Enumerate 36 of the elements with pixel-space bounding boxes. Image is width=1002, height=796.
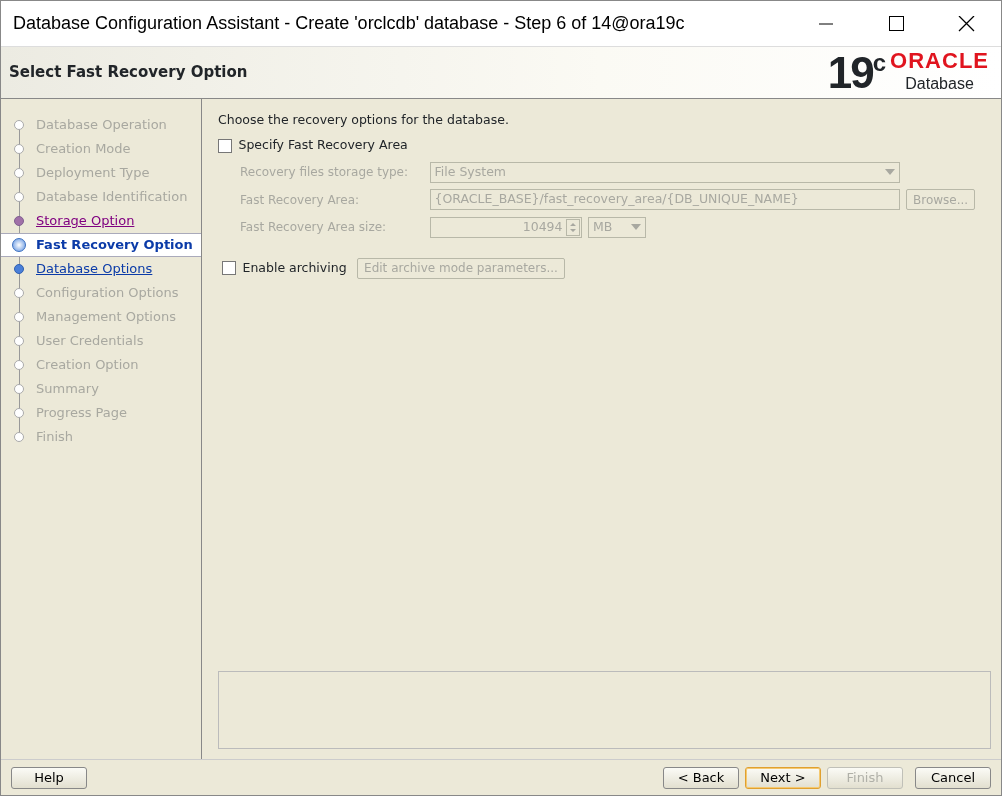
checkbox-label[interactable]: Enable archiving: [242, 258, 347, 278]
brand-logo: ORACLE: [890, 49, 989, 72]
dropdown-value: MB: [593, 217, 613, 236]
checkbox[interactable]: [218, 138, 232, 153]
intro-text: Choose the recovery options for the database.: [218, 111, 510, 129]
step-item: Deployment Type: [36, 164, 150, 183]
wizard-button[interactable]: Next >: [745, 766, 821, 789]
product-name: Database: [904, 73, 975, 94]
step-item: Management Options: [36, 308, 176, 327]
field-label: Fast Recovery Area:: [239, 191, 361, 209]
caret-icon: [884, 169, 895, 175]
step-item: Progress Page: [36, 404, 128, 423]
field-label: Recovery files storage type:: [239, 164, 410, 181]
step-item: User Credentials: [36, 332, 144, 351]
step-item[interactable]: Database Options: [36, 259, 153, 279]
step-item: Creation Option: [36, 356, 139, 375]
step-item: Database Operation: [36, 116, 167, 135]
caret-icon: [631, 224, 641, 230]
wizard-button[interactable]: < Back: [663, 766, 739, 789]
step-item: Summary: [36, 380, 99, 399]
maximize-icon[interactable]: [886, 15, 906, 32]
step-item: Finish: [36, 428, 73, 447]
version-logo: 19$^{c}$: [827, 50, 885, 95]
step-item: Creation Mode: [36, 140, 131, 159]
step-item: Configuration Options: [36, 284, 179, 303]
dropdown-value: File System: [434, 162, 506, 181]
step-item: Database Identification: [36, 188, 188, 207]
wizard-button[interactable]: Help: [11, 766, 87, 789]
step-item[interactable]: Storage Option: [36, 211, 135, 231]
checkbox[interactable]: [222, 261, 236, 275]
window-title: Database Configuration Assistant - Create 'orclcdb' database - Step 6 of 14@ora19c: [12, 12, 686, 35]
wizard-button[interactable]: Cancel: [915, 766, 991, 789]
field-label: Fast Recovery Area size:: [239, 219, 388, 236]
checkbox-label[interactable]: Specify Fast Recovery Area: [238, 136, 408, 155]
page-title: Select Fast Recovery Option: [9, 62, 248, 84]
close-icon[interactable]: [956, 15, 976, 32]
